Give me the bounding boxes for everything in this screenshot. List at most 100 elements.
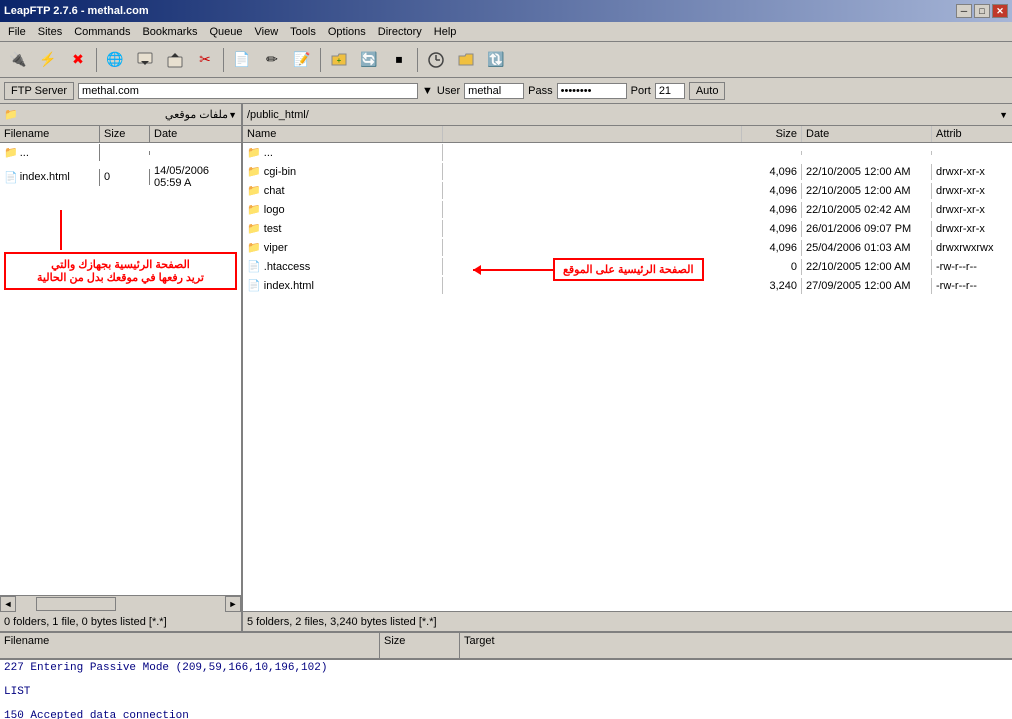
user-label: User <box>437 85 460 97</box>
separator-1 <box>96 48 97 72</box>
left-file-list: Filename Size Date 📁 ... 📄 index.html 0 … <box>0 126 241 595</box>
folder-icon: 📁 <box>247 204 261 216</box>
menu-help[interactable]: Help <box>428 24 463 40</box>
toolbar: 🔌 ⚡ ✖ 🌐 ✂ 📄 ✏ 📝 + 🔄 ⏹ 🔃 <box>0 42 1012 78</box>
right-panel-header: /public_html/ ▼ <box>243 104 1012 126</box>
menu-queue[interactable]: Queue <box>203 24 248 40</box>
left-col-filename[interactable]: Filename <box>0 126 100 142</box>
left-row-index-html[interactable]: 📄 index.html 0 14/05/2006 05:59 A <box>0 162 241 192</box>
disconnect-btn[interactable]: ✖ <box>64 46 92 74</box>
left-path-input[interactable] <box>22 109 228 121</box>
new-folder-btn[interactable]: + <box>325 46 353 74</box>
menu-tools[interactable]: Tools <box>284 24 322 40</box>
refresh-btn[interactable]: 🔄 <box>355 46 383 74</box>
close-button[interactable]: ✕ <box>992 4 1008 18</box>
left-col-size[interactable]: Size <box>100 126 150 142</box>
right-col-attrib[interactable]: Attrib <box>932 126 1012 142</box>
ftp-server-button[interactable]: FTP Server <box>4 82 74 100</box>
put-file-btn[interactable] <box>161 46 189 74</box>
left-scroll-right[interactable]: ► <box>225 596 241 612</box>
queue-col-size: Size <box>380 633 460 658</box>
right-col-size[interactable]: Size <box>742 126 802 142</box>
left-hscrollbar: ◄ ► <box>0 595 241 611</box>
right-col-date[interactable]: Date <box>802 126 932 142</box>
up-folder-icon: 📁 <box>247 147 261 159</box>
connection-bar: FTP Server ▼ User Pass Port Auto <box>0 78 1012 104</box>
left-row-up[interactable]: 📁 ... <box>0 143 241 162</box>
minimize-button[interactable]: ─ <box>956 4 972 18</box>
right-panel: /public_html/ ▼ Name Size Date Attrib 📁 … <box>243 104 1012 631</box>
right-row-test[interactable]: 📁 test 4,096 26/01/2006 09:07 PM drwxr-x… <box>243 219 1012 238</box>
left-panel: 📁 ▼ Filename Size Date 📁 ... 📄 index.htm… <box>0 104 243 631</box>
left-scroll-track[interactable] <box>16 596 225 612</box>
auto-button[interactable]: Auto <box>689 82 726 100</box>
server-input[interactable] <box>78 83 418 99</box>
menu-directory[interactable]: Directory <box>372 24 428 40</box>
right-arrowhead <box>473 265 481 275</box>
folder-icon: 📁 <box>247 185 261 197</box>
separator-4 <box>417 48 418 72</box>
maximize-button[interactable]: □ <box>974 4 990 18</box>
titlebar: LeapFTP 2.7.6 - methal.com ─ □ ✕ <box>0 0 1012 22</box>
up-icon: 📁 <box>4 146 18 159</box>
right-path-dropdown[interactable]: ▼ <box>999 110 1008 120</box>
folder-icon: 📁 <box>247 166 261 178</box>
edit-btn[interactable]: ✏ <box>258 46 286 74</box>
queue-header: Filename Size Target <box>0 631 1012 659</box>
file-icon: 📄 <box>247 261 261 273</box>
left-annotation-box: الصفحة الرئيسية بجهازك والتي تريد رفعها … <box>4 252 237 290</box>
pass-label: Pass <box>528 85 552 97</box>
separator-2 <box>223 48 224 72</box>
right-annotation-area: الصفحة الرئيسية على الموقع <box>473 258 704 281</box>
sync-btn[interactable]: 🔃 <box>482 46 510 74</box>
separator-3 <box>320 48 321 72</box>
right-col-spacer <box>443 126 742 142</box>
left-list-header: Filename Size Date <box>0 126 241 143</box>
menu-file[interactable]: File <box>2 24 32 40</box>
svg-text:+: + <box>337 56 342 65</box>
connect-btn[interactable]: 🔌 <box>4 46 32 74</box>
view-btn[interactable]: 📄 <box>228 46 256 74</box>
right-path-display: /public_html/ <box>247 109 999 121</box>
left-scroll-thumb[interactable] <box>36 597 116 611</box>
right-row-chat[interactable]: 📁 chat 4,096 22/10/2005 12:00 AM drwxr-x… <box>243 181 1012 200</box>
left-arrow-up <box>60 210 62 250</box>
schedule-btn[interactable] <box>422 46 450 74</box>
folder-icon: 📁 <box>4 108 18 121</box>
menu-sites[interactable]: Sites <box>32 24 68 40</box>
right-arrow-line <box>473 269 553 271</box>
right-row-logo[interactable]: 📁 logo 4,096 22/10/2005 02:42 AM drwxr-x… <box>243 200 1012 219</box>
menu-bookmarks[interactable]: Bookmarks <box>136 24 203 40</box>
quick-connect-btn[interactable]: ⚡ <box>34 46 62 74</box>
right-row-up[interactable]: 📁 ... <box>243 143 1012 162</box>
menu-commands[interactable]: Commands <box>68 24 136 40</box>
log-line-2: LIST <box>4 686 1008 698</box>
log-area: 227 Entering Passive Mode (209,59,166,10… <box>0 659 1012 719</box>
right-row-viper[interactable]: 📁 viper 4,096 25/04/2006 01:03 AM drwxrw… <box>243 238 1012 257</box>
rename-btn[interactable]: 📝 <box>288 46 316 74</box>
left-scroll-left[interactable]: ◄ <box>0 596 16 612</box>
folder-icon: 📁 <box>247 242 261 254</box>
menubar: File Sites Commands Bookmarks Queue View… <box>0 22 1012 42</box>
left-col-date[interactable]: Date <box>150 126 241 142</box>
queue-col-filename: Filename <box>0 633 380 658</box>
menu-view[interactable]: View <box>249 24 285 40</box>
right-row-cgi-bin[interactable]: 📁 cgi-bin 4,096 22/10/2005 12:00 AM drwx… <box>243 162 1012 181</box>
user-input[interactable] <box>464 83 524 99</box>
left-path-dropdown[interactable]: ▼ <box>228 110 237 120</box>
stop-btn[interactable]: ⏹ <box>385 46 413 74</box>
delete-btn[interactable]: ✂ <box>191 46 219 74</box>
pass-input[interactable] <box>557 83 627 99</box>
menu-options[interactable]: Options <box>322 24 372 40</box>
open-folder-btn[interactable] <box>452 46 480 74</box>
port-label: Port <box>631 85 651 97</box>
right-col-name[interactable]: Name <box>243 126 443 142</box>
server-dropdown-arrow[interactable]: ▼ <box>422 85 433 97</box>
port-input[interactable] <box>655 83 685 99</box>
site-manager-btn[interactable]: 🌐 <box>101 46 129 74</box>
right-list-header: Name Size Date Attrib <box>243 126 1012 143</box>
log-line-3: 150 Accepted data connection <box>4 710 1008 719</box>
get-file-btn[interactable] <box>131 46 159 74</box>
right-file-list: Name Size Date Attrib 📁 ... 📁 cgi-bin 4,… <box>243 126 1012 611</box>
file-icon: 📄 <box>4 171 18 184</box>
